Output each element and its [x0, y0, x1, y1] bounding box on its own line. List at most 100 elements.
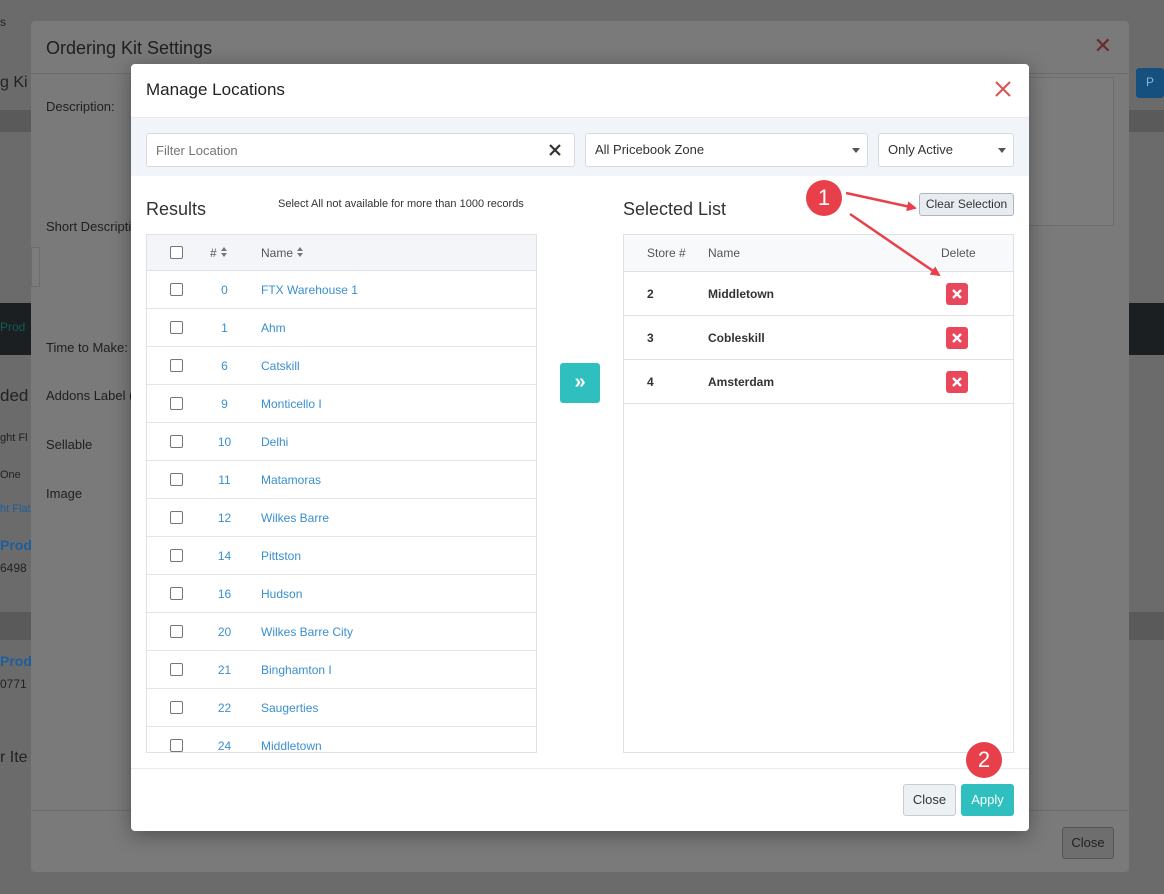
- location-number[interactable]: 14: [202, 549, 247, 563]
- location-number[interactable]: 1: [202, 321, 247, 335]
- row-checkbox[interactable]: [170, 663, 183, 676]
- close-icon: [952, 377, 962, 387]
- row-checkbox[interactable]: [170, 283, 183, 296]
- location-number[interactable]: 10: [202, 435, 247, 449]
- close-icon[interactable]: [993, 79, 1013, 99]
- pricebook-zone-value: All Pricebook Zone: [595, 142, 705, 157]
- table-row[interactable]: 11 Matamoras: [147, 461, 536, 499]
- modal-header: Manage Locations: [131, 64, 1029, 118]
- location-name-link[interactable]: Saugerties: [261, 701, 318, 715]
- location-number[interactable]: 11: [202, 473, 247, 487]
- add-to-selection-button[interactable]: »: [560, 363, 600, 403]
- results-header: # Name: [147, 235, 536, 271]
- outer-close-icon[interactable]: ✕: [1094, 35, 1112, 57]
- bg-fragment: Prod: [0, 653, 32, 669]
- bg-button: P: [1136, 68, 1164, 98]
- delete-button[interactable]: [946, 283, 968, 305]
- location-name-link[interactable]: Matamoras: [261, 473, 321, 487]
- status-value: Only Active: [888, 142, 954, 157]
- row-checkbox[interactable]: [170, 625, 183, 638]
- select-all-checkbox[interactable]: [170, 246, 183, 259]
- table-row[interactable]: 9 Monticello I: [147, 385, 536, 423]
- annotation-marker-1: 1: [806, 180, 842, 216]
- location-name-link[interactable]: Catskill: [261, 359, 300, 373]
- location-name-link[interactable]: Wilkes Barre: [261, 511, 329, 525]
- table-row[interactable]: 24 Middletown: [147, 727, 536, 752]
- table-row[interactable]: 22 Saugerties: [147, 689, 536, 727]
- column-header-store: Store #: [647, 246, 686, 260]
- location-number[interactable]: 20: [202, 625, 247, 639]
- row-checkbox[interactable]: [170, 435, 183, 448]
- table-row[interactable]: 12 Wilkes Barre: [147, 499, 536, 537]
- bg-fragment: 6498: [0, 561, 27, 575]
- sort-icon: [220, 247, 228, 258]
- column-header-delete: Delete: [941, 246, 976, 260]
- table-row[interactable]: 16 Hudson: [147, 575, 536, 613]
- location-number[interactable]: 9: [202, 397, 247, 411]
- close-button[interactable]: Close: [903, 784, 956, 816]
- location-number[interactable]: 16: [202, 587, 247, 601]
- table-row[interactable]: 1 Ahm: [147, 309, 536, 347]
- outer-modal-title: Ordering Kit Settings: [46, 38, 213, 58]
- location-number[interactable]: 12: [202, 511, 247, 525]
- table-row[interactable]: 14 Pittston: [147, 537, 536, 575]
- row-checkbox[interactable]: [170, 549, 183, 562]
- bg-fragment: ght Fl: [0, 432, 28, 444]
- table-row[interactable]: 6 Catskill: [147, 347, 536, 385]
- location-name-link[interactable]: Middletown: [261, 739, 322, 752]
- store-number: 2: [647, 287, 654, 301]
- filter-bar: All Pricebook Zone Only Active: [131, 118, 1029, 176]
- selected-table: Store # Name Delete 2 Middletown 3 Cobleski…: [623, 234, 1014, 753]
- column-header-name[interactable]: Name: [261, 246, 304, 260]
- row-checkbox[interactable]: [170, 587, 183, 600]
- close-icon: [952, 333, 962, 343]
- location-number[interactable]: 22: [202, 701, 247, 715]
- filter-location-input[interactable]: [146, 133, 575, 167]
- delete-button[interactable]: [946, 371, 968, 393]
- row-checkbox[interactable]: [170, 359, 183, 372]
- table-row[interactable]: 21 Binghamton I: [147, 651, 536, 689]
- location-number[interactable]: 24: [202, 739, 247, 752]
- table-row[interactable]: 0 FTX Warehouse 1: [147, 271, 536, 309]
- location-name-link[interactable]: Wilkes Barre City: [261, 625, 353, 639]
- row-checkbox[interactable]: [170, 511, 183, 524]
- pricebook-zone-select[interactable]: All Pricebook Zone: [585, 133, 868, 167]
- row-checkbox[interactable]: [170, 397, 183, 410]
- row-checkbox[interactable]: [170, 739, 183, 752]
- location-name-link[interactable]: FTX Warehouse 1: [261, 283, 358, 297]
- row-checkbox[interactable]: [170, 701, 183, 714]
- column-header-name: Name: [708, 246, 741, 260]
- location-name-link[interactable]: Pittston: [261, 549, 301, 563]
- apply-button[interactable]: Apply: [961, 784, 1014, 816]
- location-name-link[interactable]: Ahm: [261, 321, 286, 335]
- table-row[interactable]: 20 Wilkes Barre City: [147, 613, 536, 651]
- outer-close-button[interactable]: Close: [1062, 827, 1114, 859]
- status-select[interactable]: Only Active: [878, 133, 1014, 167]
- results-title: Results: [146, 199, 207, 219]
- store-name: Cobleskill: [708, 331, 765, 345]
- chevron-down-icon: [852, 148, 860, 153]
- selected-row: 3 Cobleskill: [624, 316, 1013, 360]
- location-number[interactable]: 6: [202, 359, 247, 373]
- table-row[interactable]: 10 Delhi: [147, 423, 536, 461]
- clear-selection-button[interactable]: Clear Selection: [919, 193, 1014, 216]
- bg-fragment: s: [0, 15, 6, 29]
- outer-label: Description:: [46, 99, 115, 114]
- location-name-link[interactable]: Monticello I: [261, 397, 322, 411]
- outer-label: Image: [46, 486, 83, 501]
- store-name: Middletown: [708, 287, 774, 301]
- location-name-link[interactable]: Binghamton I: [261, 663, 332, 677]
- column-header-number[interactable]: #: [210, 246, 228, 260]
- outer-tab: [31, 247, 40, 287]
- location-name-link[interactable]: Delhi: [261, 435, 288, 449]
- modal-footer: Close Apply: [131, 768, 1029, 831]
- clear-filter-icon[interactable]: [548, 143, 562, 157]
- row-checkbox[interactable]: [170, 321, 183, 334]
- location-number[interactable]: 0: [202, 283, 247, 297]
- row-checkbox[interactable]: [170, 473, 183, 486]
- delete-button[interactable]: [946, 327, 968, 349]
- double-chevron-right-icon: »: [574, 371, 586, 393]
- location-name-link[interactable]: Hudson: [261, 587, 302, 601]
- location-number[interactable]: 21: [202, 663, 247, 677]
- bg-fragment: r Ite: [0, 749, 28, 766]
